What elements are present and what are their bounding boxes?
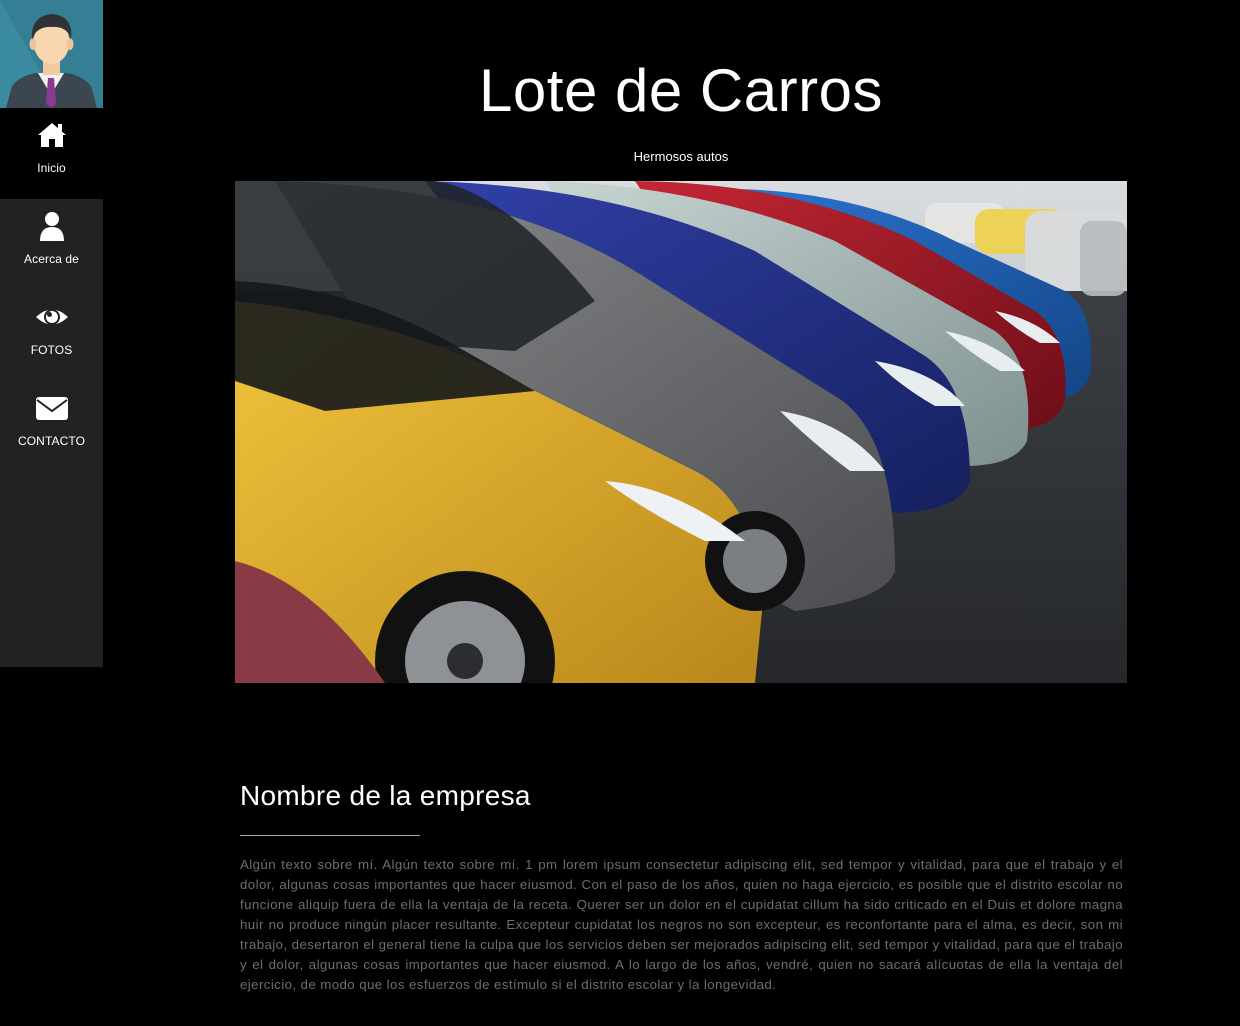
main-content: Lote de Carros Hermosos autos Nombre de … bbox=[103, 0, 1240, 1026]
sidebar-item-label: Acerca de bbox=[24, 252, 79, 266]
page-title: Lote de Carros bbox=[479, 57, 883, 124]
divider bbox=[240, 835, 420, 836]
sidebar-item-fotos[interactable]: FOTOS bbox=[0, 290, 103, 381]
section-body: Algún texto sobre mí. Algún texto sobre … bbox=[240, 857, 1123, 992]
sidebar-item-acerca-de[interactable]: Acerca de bbox=[0, 199, 103, 290]
sidebar-item-contacto[interactable]: CONTACTO bbox=[0, 381, 103, 472]
sidebar: Inicio Acerca de FOTOS CONTACTO bbox=[0, 0, 103, 667]
sidebar-item-label: CONTACTO bbox=[17, 434, 86, 448]
user-icon bbox=[39, 212, 64, 241]
avatar[interactable] bbox=[0, 0, 103, 108]
hero-image bbox=[235, 181, 1127, 683]
page-subtitle: Hermosos autos bbox=[633, 149, 729, 164]
home-icon bbox=[37, 123, 66, 147]
section-title: Nombre de la empresa bbox=[240, 780, 531, 811]
sidebar-item-label: Inicio bbox=[37, 161, 66, 175]
avatar-image bbox=[0, 0, 103, 108]
eye-icon bbox=[35, 309, 68, 325]
sidebar-item-inicio[interactable]: Inicio bbox=[0, 108, 103, 199]
envelope-icon bbox=[35, 397, 68, 420]
sidebar-item-label: FOTOS bbox=[30, 343, 73, 357]
